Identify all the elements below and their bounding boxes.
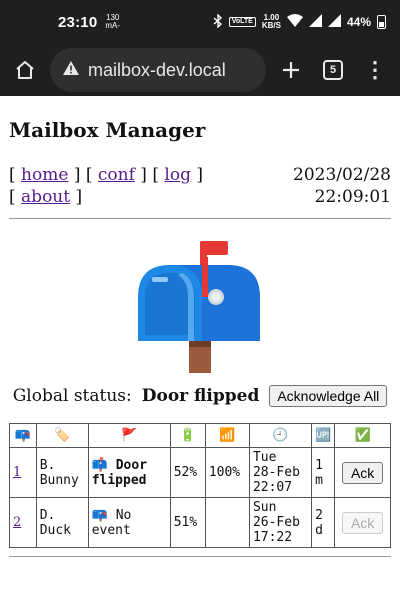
browser-toolbar: mailbox-dev.local 5 ⋮ — [0, 44, 400, 96]
tab-count: 5 — [323, 60, 343, 80]
divider — [9, 218, 391, 219]
event-age: 2 d — [311, 497, 336, 548]
tab-switcher-button[interactable]: 5 — [316, 53, 350, 87]
table-row: 1 B. Bunny 📫 Door flipped 52% 100% Tue 2… — [9, 447, 391, 498]
battery-percent: 44% — [346, 15, 371, 29]
clock: 23:10 — [58, 13, 98, 31]
page-content: Mailbox Manager [ home ] [ conf ] [ log … — [0, 118, 400, 407]
url-bar[interactable]: mailbox-dev.local — [50, 48, 266, 92]
mailbox-table: 📪 🏷️ 🚩 🔋 📶 🕘 🆙 ✅ 1 B. Bunny 📫 Door flipp… — [9, 423, 391, 548]
battery-value: 52% — [169, 447, 206, 498]
nav-links: [ home ] [ conf ] [ log ] [ about ] — [9, 165, 203, 207]
mailbox-name: B. Bunny — [35, 447, 89, 498]
event-cell: 📫 Door flipped — [87, 447, 171, 498]
url-text[interactable]: mailbox-dev.local — [88, 60, 226, 81]
battery-column-icon: 🔋 — [169, 423, 206, 448]
signal-roaming-icon — [327, 14, 341, 30]
acknowledge-all-button[interactable]: Acknowledge All — [269, 385, 388, 407]
status-bar: 23:10 130 mA- VoLTE 1.00 KB/S 44% — [0, 0, 400, 44]
mailbox-icon — [138, 241, 260, 373]
network-speed: 1.00 KB/S — [261, 13, 281, 30]
nav-about-link[interactable]: about — [21, 187, 70, 207]
mailbox-flag-up-icon: 📫 — [91, 457, 108, 473]
row-id: 1 — [9, 447, 37, 498]
nav-log-link[interactable]: log — [164, 165, 191, 185]
event-age: 1 m — [311, 447, 336, 498]
table-header-row: 📪 🏷️ 🚩 🔋 📶 🕘 🆙 ✅ — [9, 423, 391, 448]
mailbox-illustration — [9, 233, 391, 373]
nav-row: [ home ] [ conf ] [ log ] [ about ] 2023… — [9, 164, 391, 208]
home-icon[interactable] — [8, 53, 42, 87]
global-status-label: Global status: — [12, 386, 132, 406]
signal-value: 100% — [204, 447, 250, 498]
current-datetime: 2023/02/28 22:09:01 — [293, 164, 391, 208]
nav-home-link[interactable]: home — [21, 165, 68, 185]
warning-icon[interactable] — [62, 60, 80, 81]
global-status: Global status: Door flipped Acknowledge … — [9, 385, 391, 407]
signal-value — [204, 497, 250, 548]
mailbox-link[interactable]: 2 — [13, 515, 21, 530]
ack-cell: Ack — [334, 447, 391, 498]
ack-button[interactable]: Ack — [341, 511, 384, 534]
mailbox-name: D. Duck — [35, 497, 89, 548]
row-id: 2 — [9, 497, 37, 548]
signal-icon — [308, 14, 322, 30]
event-cell: 📪 No event — [87, 497, 171, 548]
mailbox-flag-down-icon: 📪 — [91, 507, 108, 523]
ack-button[interactable]: Ack — [341, 461, 384, 484]
mailbox-link[interactable]: 1 — [13, 465, 21, 480]
signal-column-icon: 📶 — [204, 423, 250, 448]
battery-value: 51% — [169, 497, 206, 548]
divider — [9, 556, 391, 557]
battery-icon — [377, 15, 386, 29]
menu-icon[interactable]: ⋮ — [358, 53, 392, 87]
volte-icon: VoLTE — [228, 17, 256, 27]
nav-conf-link[interactable]: conf — [98, 165, 135, 185]
mailbox-column-icon: 📪 — [9, 423, 37, 448]
event-datetime: Tue 28-Feb 22:07 — [248, 447, 313, 498]
page-title: Mailbox Manager — [9, 118, 206, 142]
bluetooth-icon — [213, 12, 223, 31]
new-tab-icon[interactable] — [274, 53, 308, 87]
table-row: 2 D. Duck 📪 No event 51% Sun 26-Feb 17:2… — [9, 497, 391, 548]
current-date: 2023/02/28 — [293, 165, 391, 185]
data-usage: 130 mA- — [105, 13, 121, 30]
current-time: 22:09:01 — [314, 187, 391, 207]
global-status-value: Door flipped — [141, 386, 260, 406]
event-datetime: Sun 26-Feb 17:22 — [248, 497, 313, 548]
label-column-icon: 🏷️ — [35, 423, 89, 448]
wifi-icon — [286, 14, 303, 30]
flag-column-icon: 🚩 — [87, 423, 171, 448]
ack-cell: Ack — [334, 497, 391, 548]
check-column-icon: ✅ — [334, 423, 391, 448]
clock-column-icon: 🕘 — [248, 423, 313, 448]
up-column-icon: 🆙 — [311, 423, 336, 448]
